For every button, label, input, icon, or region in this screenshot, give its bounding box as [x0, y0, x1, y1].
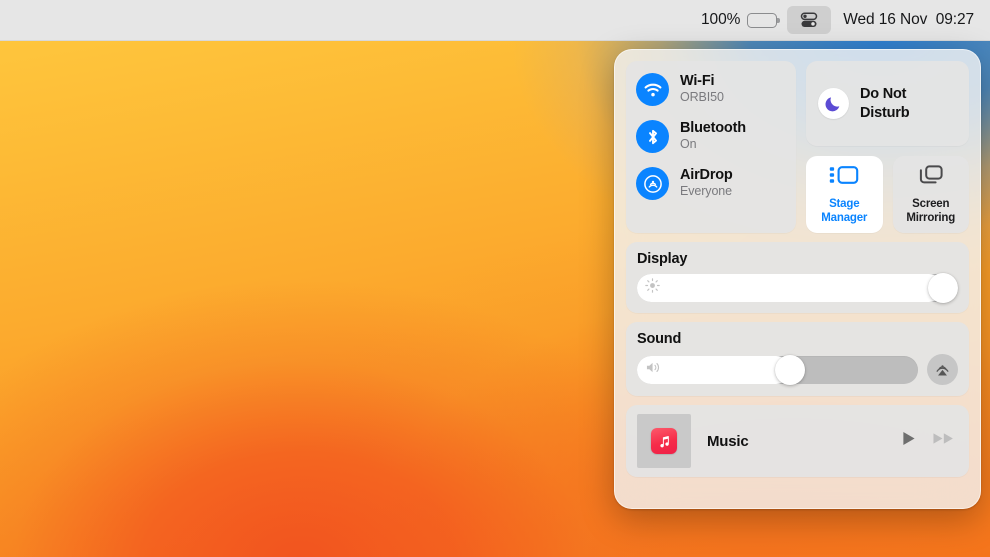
screen-mirroring-label-line2: Mirroring	[906, 212, 955, 224]
screen: 100% Wed 16 Nov 09:27	[0, 0, 990, 557]
music-title: Music	[707, 433, 899, 450]
display-module: Display	[626, 242, 969, 313]
play-icon[interactable]	[899, 429, 918, 453]
menu-bar-clock[interactable]: Wed 16 Nov 09:27	[843, 11, 974, 29]
speaker-icon	[645, 360, 662, 380]
battery-status[interactable]: 100%	[701, 11, 777, 29]
wifi-icon	[636, 73, 669, 106]
tile-row: Stage Manager Screen	[806, 156, 969, 233]
volume-slider-knob[interactable]	[775, 355, 805, 385]
stage-manager-label-line1: Stage	[829, 198, 859, 210]
control-center-panel: Wi-Fi ORBI50 Bluetooth On	[614, 49, 981, 509]
battery-full-icon	[747, 13, 777, 28]
moon-icon	[818, 88, 849, 119]
do-not-disturb-label: Do Not Disturb	[860, 85, 909, 122]
screen-mirroring-label-line1: Screen	[912, 198, 949, 210]
brightness-icon	[645, 278, 660, 298]
control-center-right-column: Do Not Disturb	[806, 61, 969, 233]
music-app-icon	[651, 428, 677, 454]
wifi-status: ORBI50	[680, 90, 724, 106]
airplay-icon[interactable]	[927, 354, 958, 385]
control-center-icon[interactable]	[787, 6, 831, 34]
album-art-placeholder	[637, 414, 691, 468]
screen-mirroring-tile[interactable]: Screen Mirroring	[893, 156, 970, 233]
display-title: Display	[637, 251, 958, 267]
stage-manager-tile[interactable]: Stage Manager	[806, 156, 883, 233]
wifi-control[interactable]: Wi-Fi ORBI50	[636, 73, 786, 106]
bluetooth-control[interactable]: Bluetooth On	[636, 120, 786, 153]
stage-manager-label: Stage Manager	[821, 198, 867, 225]
airdrop-control[interactable]: AirDrop Everyone	[636, 167, 786, 200]
do-not-disturb-control[interactable]: Do Not Disturb	[806, 61, 969, 146]
sound-module: Sound	[626, 322, 969, 396]
sound-slider-row	[637, 354, 958, 385]
music-module[interactable]: Music	[626, 405, 969, 477]
wifi-title: Wi-Fi	[680, 73, 724, 90]
brightness-slider-knob[interactable]	[928, 273, 958, 303]
brightness-slider[interactable]	[637, 274, 958, 302]
airdrop-title: AirDrop	[680, 167, 733, 184]
bluetooth-title: Bluetooth	[680, 120, 746, 137]
volume-slider[interactable]	[637, 356, 918, 384]
music-controls	[899, 429, 956, 453]
bluetooth-status: On	[680, 137, 746, 153]
screen-mirroring-label: Screen Mirroring	[906, 198, 955, 225]
bluetooth-icon	[636, 120, 669, 153]
stage-manager-label-line2: Manager	[821, 212, 867, 224]
fast-forward-icon[interactable]	[932, 429, 956, 453]
stage-manager-icon	[829, 163, 859, 192]
display-slider-row	[637, 274, 958, 302]
control-center-top-row: Wi-Fi ORBI50 Bluetooth On	[626, 61, 969, 233]
screen-mirroring-icon	[917, 163, 945, 192]
sound-title: Sound	[637, 331, 958, 347]
airdrop-icon	[636, 167, 669, 200]
menu-bar: 100% Wed 16 Nov 09:27	[0, 0, 990, 41]
airdrop-status: Everyone	[680, 184, 733, 200]
dnd-label-line1: Do Not	[860, 86, 906, 102]
connectivity-module: Wi-Fi ORBI50 Bluetooth On	[626, 61, 796, 233]
battery-percent-label: 100%	[701, 11, 740, 29]
dnd-label-line2: Disturb	[860, 105, 909, 121]
